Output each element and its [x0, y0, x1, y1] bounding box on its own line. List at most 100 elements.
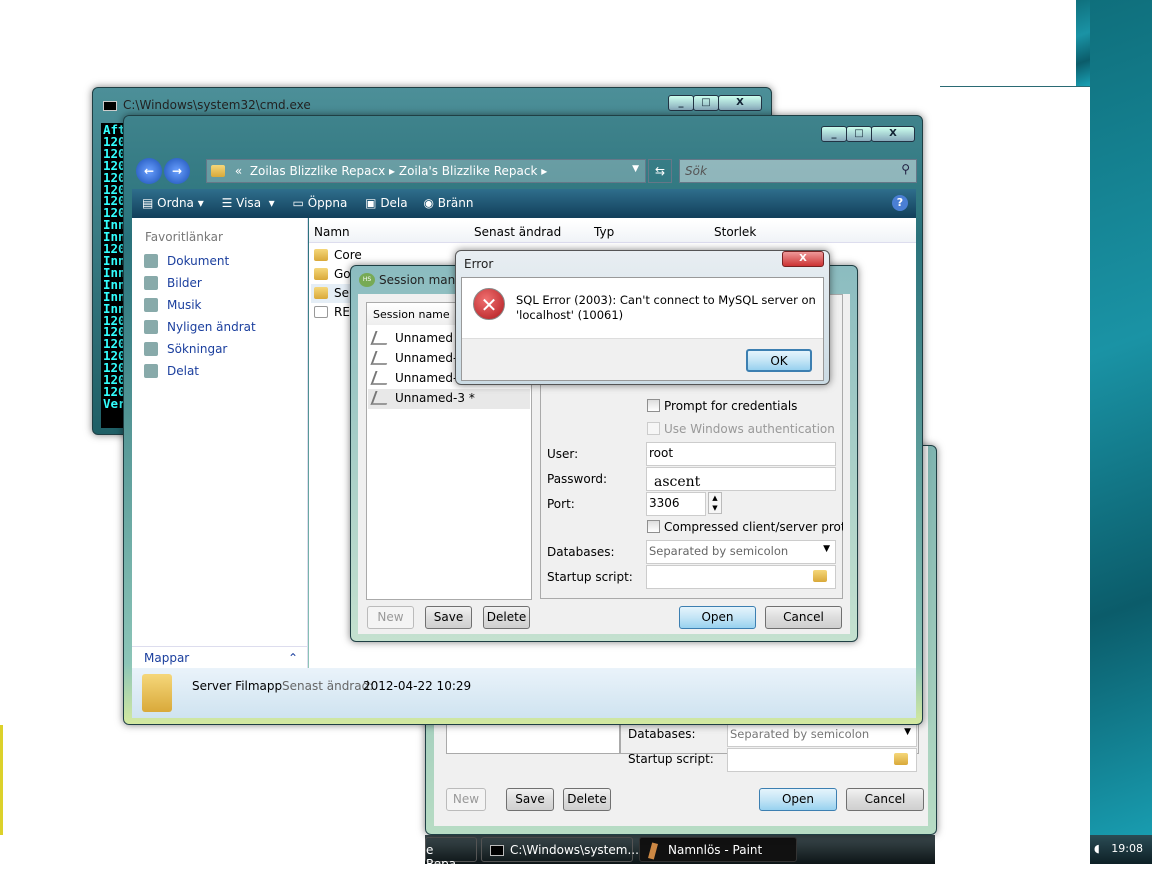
new-button-back[interactable]: New — [446, 788, 486, 811]
open-button[interactable]: Open — [679, 606, 756, 629]
favorite-link[interactable]: Sökningar — [144, 342, 227, 356]
toolbar-burn[interactable]: ◉ Bränn — [423, 196, 473, 210]
search-icon: ⚲ — [901, 162, 910, 176]
error-dialog-title: Error — [464, 257, 494, 271]
folder-icon — [314, 249, 328, 261]
favorite-link[interactable]: Bilder — [144, 276, 202, 290]
close-button[interactable]: X — [718, 95, 762, 111]
databases-label: Databases: — [547, 545, 615, 559]
refresh-button[interactable]: ⇆ — [648, 159, 672, 183]
toolbar-open[interactable]: ▭ Öppna — [293, 196, 348, 210]
maximize-button[interactable]: □ — [846, 126, 872, 142]
details-name: Server Filmapp — [192, 679, 283, 693]
port-input[interactable]: 3306 — [646, 492, 706, 516]
session-item[interactable]: Unnamed-3 * — [368, 389, 530, 409]
cmd-icon — [490, 845, 504, 856]
folder-icon — [314, 287, 328, 299]
taskbar-item-label: Namnlös - Paint — [668, 843, 763, 857]
taskbar: e Repa... C:\Windows\system... Namnlös -… — [425, 835, 935, 871]
minimize-button[interactable]: _ — [821, 126, 847, 142]
chevron-down-icon: ▼ — [904, 727, 911, 737]
cancel-button[interactable]: Cancel — [765, 606, 842, 629]
breadcrumb-overflow[interactable]: « — [235, 164, 242, 178]
chevron-down-icon: ▼ — [823, 544, 830, 554]
favorite-link[interactable]: Nyligen ändrat — [144, 320, 256, 334]
chevron-up-icon: ⌃ — [287, 651, 298, 665]
details-modified: 2012-04-22 10:29 — [363, 679, 472, 693]
new-button[interactable]: New — [367, 606, 414, 629]
chevron-down-icon[interactable]: ▼ — [632, 164, 639, 174]
taskbar-item-label: C:\Windows\system... — [510, 843, 639, 857]
startup-script-input[interactable] — [646, 565, 836, 589]
folder-icon — [314, 268, 328, 280]
forward-button[interactable]: → — [164, 158, 190, 184]
navigation-pane: Favoritlänkar Dokument Bilder Musik Nyligen… — [132, 218, 308, 668]
close-button[interactable]: X — [782, 251, 824, 267]
breadcrumb-item[interactable]: Zoilas Blizzlike Repacx — [250, 164, 385, 178]
windows-auth-checkbox[interactable]: Use Windows authentication — [647, 422, 835, 436]
favorite-icon — [144, 364, 158, 378]
column-header-modified[interactable]: Senast ändrad — [474, 225, 561, 239]
databases-select[interactable]: Separated by semicolon ▼ — [646, 540, 836, 564]
clock[interactable]: 19:08 — [1111, 842, 1143, 855]
password-input[interactable]: ascent — [646, 467, 836, 491]
delete-button[interactable]: Delete — [483, 606, 530, 629]
toolbar-view[interactable]: ☰ Visa ▾ — [222, 196, 275, 210]
save-button[interactable]: Save — [425, 606, 472, 629]
user-label: User: — [547, 447, 579, 461]
address-bar[interactable]: « Zoilas Blizzlike Repacx ▸ Zoila's Bliz… — [206, 159, 646, 183]
maximize-button[interactable]: □ — [693, 95, 719, 111]
back-button[interactable]: ← — [136, 158, 162, 184]
startup-script-label: Startup script: — [547, 570, 633, 584]
folder-browse-icon[interactable] — [813, 570, 827, 582]
toolbar-share[interactable]: ▣ Dela — [365, 196, 407, 210]
favorite-icon — [144, 276, 158, 290]
column-header-type[interactable]: Typ — [594, 225, 614, 239]
favorite-icon — [144, 342, 158, 356]
cancel-button-back[interactable]: Cancel — [846, 788, 924, 811]
error-message-line-1: SQL Error (2003): Can't connect to MySQL… — [516, 293, 816, 307]
delete-button-back[interactable]: Delete — [563, 788, 611, 811]
folders-toggle[interactable]: Mappar ⌃ — [132, 646, 308, 668]
taskbar-item-cmd[interactable]: C:\Windows\system... — [481, 837, 639, 862]
databases-select-back[interactable]: Separated by semicolon ▼ — [727, 723, 917, 747]
favorite-link[interactable]: Dokument — [144, 254, 229, 268]
details-modified-label: Senast ändrad: — [282, 679, 374, 693]
error-icon: ✕ — [473, 288, 505, 320]
port-stepper[interactable]: ▲ ▼ — [708, 492, 722, 514]
command-bar: ▤ Ordna ▾ ☰ Visa ▾ ▭ Öppna ▣ Dela ◉ Brän… — [132, 189, 916, 218]
taskbar-item-paint[interactable]: Namnlös - Paint — [639, 837, 797, 862]
cmd-icon — [103, 101, 117, 111]
toolbar-organize[interactable]: ▤ Ordna ▾ — [142, 196, 204, 210]
favorite-icon — [144, 320, 158, 334]
column-header-size[interactable]: Storlek — [714, 225, 756, 239]
open-button-back[interactable]: Open — [759, 788, 837, 811]
volume-icon[interactable]: ◖ — [1094, 842, 1100, 855]
startup-script-field-back[interactable] — [727, 748, 917, 772]
favorite-link[interactable]: Musik — [144, 298, 202, 312]
compressed-protocol-checkbox[interactable]: Compressed client/server protoco — [647, 520, 843, 534]
folder-browse-icon[interactable] — [894, 753, 908, 765]
minimize-button[interactable]: _ — [668, 95, 694, 111]
column-header-name[interactable]: Namn — [314, 225, 350, 239]
breadcrumb-item[interactable]: Zoila's Blizzlike Repack — [399, 164, 538, 178]
folder-icon — [142, 674, 172, 712]
details-pane: Server Filmapp Senast ändrad: 2012-04-22… — [132, 668, 916, 718]
close-button[interactable]: X — [871, 126, 915, 142]
ok-button[interactable]: OK — [746, 349, 812, 372]
user-input[interactable]: root — [646, 442, 836, 466]
taskbar-item-explorer[interactable]: e Repa... — [425, 837, 477, 871]
error-message-line-2: 'localhost' (10061) — [516, 308, 624, 322]
search-input[interactable]: Sök ⚲ — [679, 159, 917, 183]
cmd-title: C:\Windows\system32\cmd.exe — [123, 98, 311, 112]
folder-icon — [211, 165, 225, 177]
favorite-link[interactable]: Delat — [144, 364, 199, 378]
port-label: Port: — [547, 497, 575, 511]
prompt-credentials-checkbox[interactable]: Prompt for credentials — [647, 399, 797, 413]
save-button-back[interactable]: Save — [506, 788, 554, 811]
help-icon[interactable]: ? — [892, 195, 908, 211]
favorite-icon — [144, 254, 158, 268]
file-row[interactable]: Core — [311, 246, 461, 265]
yellow-edge — [0, 725, 3, 835]
password-label: Password: — [547, 472, 608, 486]
